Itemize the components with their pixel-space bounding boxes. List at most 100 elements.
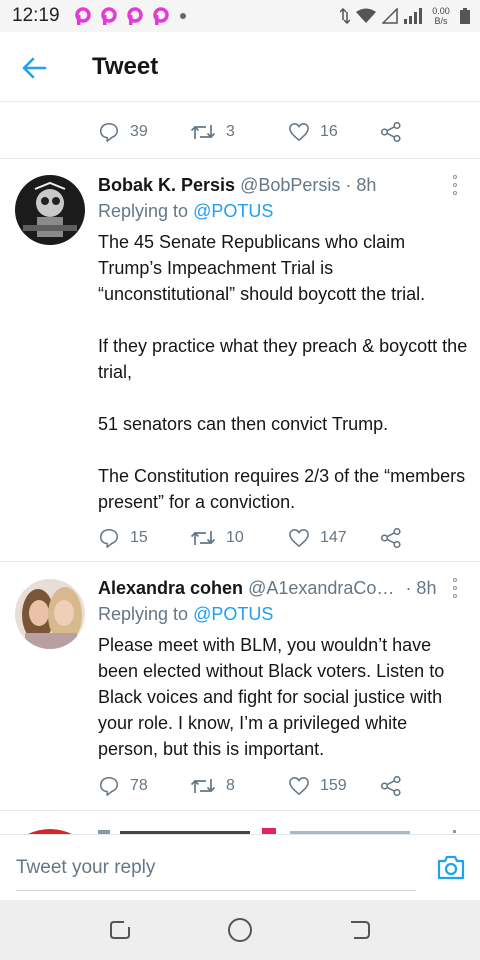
- recent-apps-button[interactable]: [100, 910, 140, 950]
- reply-count: 39: [130, 123, 148, 140]
- reply-icon: [99, 776, 119, 796]
- signal-bars-icon: [404, 8, 422, 24]
- more-options-dot-icon: [453, 586, 457, 590]
- avatar-image: [15, 579, 85, 649]
- replying-to-label: Replying to: [98, 604, 189, 624]
- retweet-button[interactable]: 3: [190, 122, 288, 142]
- back-nav-button[interactable]: [340, 910, 380, 950]
- tweet-time: · 8h: [405, 578, 437, 598]
- retweet-count: 8: [226, 777, 235, 794]
- replying-to: Replying to @POTUS: [98, 604, 273, 625]
- more-options-button[interactable]: [450, 175, 460, 195]
- more-options-dot-icon: [453, 578, 457, 582]
- header: Tweet: [0, 32, 480, 102]
- retweet-count: 3: [226, 123, 235, 140]
- share-icon: [380, 527, 401, 549]
- user-handle[interactable]: @BobPersis: [240, 175, 340, 195]
- tweet-time: · 8h: [345, 175, 377, 195]
- reply-button[interactable]: 39: [98, 121, 190, 143]
- tweet-feed[interactable]: 39 3 16 Bobak K. Persis @BobPersis · 8h …: [0, 102, 480, 834]
- mention-link[interactable]: @POTUS: [193, 604, 273, 624]
- reply-placeholder: Tweet your reply: [16, 856, 156, 878]
- user-handle[interactable]: @A1exandraCo…: [248, 578, 394, 598]
- reply-button[interactable]: 78: [98, 775, 190, 797]
- signal-empty-icon: [382, 8, 398, 24]
- camera-icon: [437, 855, 465, 880]
- clipped-text-fragment: [96, 102, 336, 106]
- arrow-left-icon: [22, 57, 47, 79]
- status-bar: 12:19 0.00 B/s: [0, 0, 480, 32]
- notification-app-icon: [152, 7, 169, 25]
- tweet[interactable]: Bobak K. Persis @BobPersis · 8h Replying…: [0, 159, 480, 561]
- retweet-button[interactable]: 8: [190, 776, 288, 796]
- retweet-icon: [190, 779, 216, 793]
- network-speed-value: 0.00: [432, 6, 450, 16]
- status-indicators: 0.00 B/s: [340, 4, 470, 28]
- tweet-paragraph: The Constitution requires 2/3 of the “me…: [98, 466, 466, 512]
- share-button[interactable]: [380, 121, 412, 143]
- page-title: Tweet: [92, 53, 159, 80]
- like-button[interactable]: 147: [288, 528, 380, 548]
- notification-app-icon: [74, 7, 91, 25]
- like-button[interactable]: 16: [288, 122, 380, 142]
- battery-icon: [460, 8, 470, 24]
- more-options-dot-icon: [453, 594, 457, 598]
- retweet-icon: [190, 125, 216, 139]
- previous-tweet-actions: 39 3 16: [98, 118, 412, 146]
- retweet-icon: [190, 531, 216, 545]
- divider: [0, 810, 480, 811]
- network-speed: 0.00 B/s: [428, 6, 454, 26]
- home-button[interactable]: [220, 910, 260, 950]
- recent-apps-icon: [110, 921, 130, 939]
- replying-to-label: Replying to: [98, 201, 189, 221]
- tweet[interactable]: Alexandra cohen @A1exandraCo… · 8h Reply…: [0, 562, 480, 810]
- tweet-paragraph: 51 senators can then convict Trump.: [98, 414, 389, 434]
- reply-bar: Tweet your reply: [0, 834, 480, 900]
- more-options-dot-icon: [453, 191, 457, 195]
- network-speed-unit: B/s: [434, 16, 448, 26]
- like-count: 159: [320, 777, 347, 794]
- avatar[interactable]: [15, 175, 85, 245]
- home-circle-icon: [228, 918, 252, 942]
- share-button[interactable]: [380, 527, 412, 549]
- avatar-image: [15, 175, 85, 245]
- retweet-button[interactable]: 10: [190, 528, 288, 548]
- share-icon: [380, 121, 401, 143]
- heart-icon: [289, 529, 309, 548]
- avatar[interactable]: [15, 579, 85, 649]
- notification-app-icon: [100, 7, 117, 25]
- system-navigation-bar: [0, 900, 480, 960]
- mention-link[interactable]: @POTUS: [193, 201, 273, 221]
- heart-icon: [289, 777, 309, 796]
- replying-to: Replying to @POTUS: [98, 201, 273, 222]
- reply-icon: [99, 528, 119, 548]
- reply-count: 15: [130, 529, 148, 546]
- more-options-button[interactable]: [450, 578, 460, 598]
- reply-input[interactable]: Tweet your reply: [16, 845, 416, 891]
- more-options-dot-icon: [453, 183, 457, 187]
- more-notifications-dot-icon: [179, 13, 186, 19]
- camera-button[interactable]: [436, 853, 466, 883]
- reply-count: 78: [130, 777, 148, 794]
- reply-button[interactable]: 15: [98, 527, 190, 549]
- share-button[interactable]: [380, 775, 412, 797]
- wifi-icon: [356, 8, 376, 23]
- more-options-dot-icon: [453, 175, 457, 179]
- status-time: 12:19: [12, 5, 60, 26]
- like-count: 147: [320, 529, 347, 546]
- like-button[interactable]: 159: [288, 776, 380, 796]
- tweet-paragraph: The 45 Senate Republicans who claim Trum…: [98, 232, 426, 304]
- tweet-header: Bobak K. Persis @BobPersis · 8h: [98, 175, 376, 196]
- back-button[interactable]: [18, 52, 50, 84]
- display-name[interactable]: Bobak K. Persis: [98, 175, 235, 195]
- tweet-paragraph: Please meet with BLM, you wouldn’t have …: [98, 635, 445, 759]
- data-transfer-icon: [340, 8, 350, 24]
- share-icon: [380, 775, 401, 797]
- display-name[interactable]: Alexandra cohen: [98, 578, 243, 598]
- tweet-paragraph: If they practice what they preach & boyc…: [98, 336, 468, 382]
- like-count: 16: [320, 123, 338, 140]
- tweet-actions: 78 8 159: [98, 772, 412, 800]
- tweet-header: Alexandra cohen @A1exandraCo… · 8h: [98, 578, 436, 599]
- retweet-count: 10: [226, 529, 244, 546]
- back-nav-icon: [351, 921, 370, 939]
